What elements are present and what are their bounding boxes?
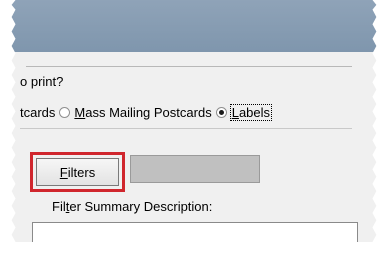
dialog-window: o print? tcards Mass Mailing Postcards L… [11, 0, 377, 242]
radio-mass-mailing-postcards[interactable] [59, 106, 71, 118]
filter-summary-description-label: Filter Summary Description: [52, 199, 213, 214]
radio-mass-mailing-postcards-label[interactable]: Mass Mailing Postcards [74, 105, 211, 120]
print-question-label: o print? [20, 74, 64, 89]
group-box-bottom-edge [20, 128, 352, 129]
filter-summary-description-box[interactable] [32, 222, 358, 242]
filters-button-highlight: Filters [30, 152, 125, 192]
group-box-top-edge [26, 66, 352, 67]
radio-labels[interactable] [215, 106, 227, 118]
radio-labels-label[interactable]: Labels [229, 103, 273, 121]
radio-postcards-label[interactable]: tcards [20, 105, 55, 120]
print-type-radio-group: tcards Mass Mailing Postcards Labels [20, 103, 273, 121]
filters-button[interactable]: Filters [36, 158, 119, 186]
filters-button-label: Filters [59, 164, 96, 180]
filters-value-field [130, 155, 260, 183]
title-bar[interactable] [11, 0, 377, 52]
